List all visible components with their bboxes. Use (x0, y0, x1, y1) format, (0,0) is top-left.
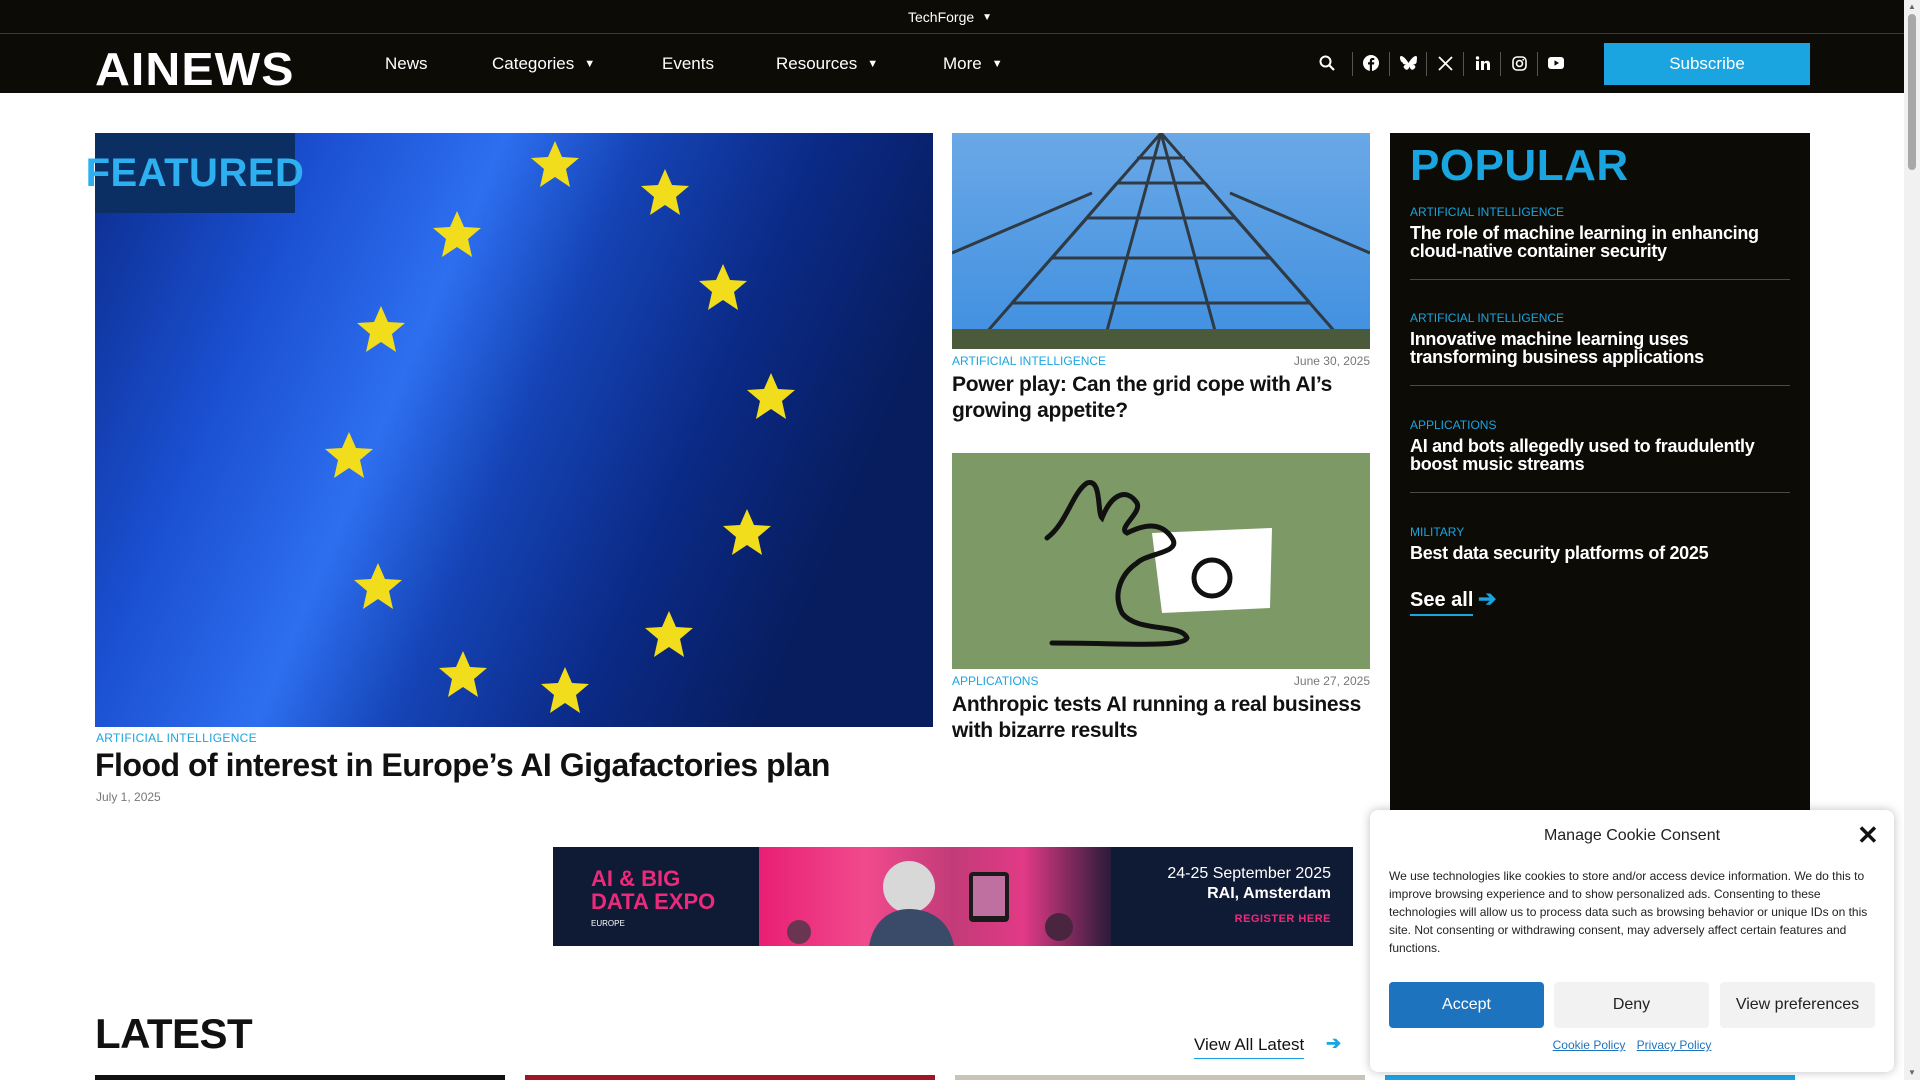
techforge-label: TechForge (908, 9, 975, 25)
page-scrollbar[interactable]: ▲ ▼ (1904, 0, 1920, 1080)
divider (1410, 279, 1790, 280)
popular-title[interactable]: Innovative machine learning uses transfo… (1410, 330, 1790, 366)
event-banner[interactable]: AI & BIG DATA EXPO EUROPE 24-25 Septembe… (553, 847, 1353, 946)
youtube-icon[interactable] (1546, 53, 1566, 73)
nav-item-resources[interactable]: Resources ▼ (776, 54, 878, 74)
card-image-pylon[interactable] (952, 133, 1370, 349)
scrollbar-thumb[interactable] (1908, 14, 1916, 170)
caret-down-icon: ▼ (867, 58, 879, 70)
divider (1537, 52, 1538, 76)
popular-category[interactable]: ARTIFICIAL INTELLIGENCE (1410, 311, 1790, 325)
divider (1463, 52, 1464, 76)
featured-title[interactable]: Flood of interest in Europe’s AI Gigafac… (95, 747, 830, 784)
popular-category[interactable]: APPLICATIONS (1410, 418, 1790, 432)
close-icon[interactable]: ✕ (1857, 822, 1879, 848)
latest-card-image[interactable] (95, 1075, 505, 1080)
card-image-hand[interactable] (952, 453, 1370, 669)
caret-down-icon: ▼ (991, 58, 1003, 70)
latest-heading: LATEST (95, 1010, 253, 1057)
cookie-title: Manage Cookie Consent (1543, 827, 1721, 844)
featured-date: July 1, 2025 (96, 790, 161, 804)
popular-title[interactable]: The role of machine learning in enhancin… (1410, 224, 1790, 260)
bluesky-icon[interactable] (1398, 53, 1418, 73)
card-title[interactable]: Anthropic tests AI running a real busine… (952, 692, 1372, 744)
techforge-menu[interactable]: TechForge ▼ (908, 9, 992, 25)
divider (1352, 52, 1353, 76)
search-icon[interactable] (1317, 53, 1337, 73)
x-icon[interactable] (1435, 53, 1455, 73)
banner-date: 24-25 September 2025 (1167, 865, 1331, 882)
banner-brand-sub: EUROPE (591, 919, 625, 928)
featured-category[interactable]: ARTIFICIAL INTELLIGENCE (96, 731, 257, 745)
view-preferences-button[interactable]: View preferences (1720, 982, 1875, 1028)
banner-venue: RAI, Amsterdam (1207, 885, 1331, 902)
deny-button[interactable]: Deny (1554, 982, 1709, 1028)
caret-down-icon: ▼ (982, 11, 993, 23)
card-title[interactable]: Power play: Can the grid cope with AI’s … (952, 372, 1372, 424)
popular-panel: POPULAR ARTIFICIAL INTELLIGENCE The role… (1390, 133, 1810, 813)
subscribe-button[interactable]: Subscribe (1604, 43, 1810, 85)
accept-button[interactable]: Accept (1389, 982, 1544, 1028)
nav-item-categories[interactable]: Categories ▼ (492, 54, 595, 74)
scroll-up-icon[interactable]: ▲ (1908, 2, 1916, 11)
nav-item-news[interactable]: News (385, 54, 428, 74)
card-category[interactable]: ARTIFICIAL INTELLIGENCE (952, 354, 1106, 368)
main-nav: AINEWS News Categories ▼ Events Resource… (0, 34, 1904, 96)
banner-brand-block: AI & BIG DATA EXPO EUROPE (553, 847, 759, 946)
latest-card-image[interactable] (955, 1075, 1365, 1080)
facebook-icon[interactable] (1361, 53, 1381, 73)
popular-item[interactable]: APPLICATIONS AI and bots allegedly used … (1410, 418, 1790, 473)
arrow-right-icon[interactable]: ➔ (1326, 1033, 1341, 1054)
latest-card-image[interactable] (525, 1075, 935, 1080)
divider (1500, 52, 1501, 76)
nav-item-label: News (385, 54, 428, 73)
divider (1410, 492, 1790, 493)
popular-heading: POPULAR (1410, 141, 1629, 190)
banner-photo (759, 847, 1111, 946)
popular-item[interactable]: ARTIFICIAL INTELLIGENCE Innovative machi… (1410, 311, 1790, 366)
top-bar: TechForge ▼ (0, 0, 1904, 34)
scroll-down-icon[interactable]: ▼ (1908, 1068, 1916, 1077)
popular-title[interactable]: Best data security platforms of 2025 (1410, 544, 1790, 562)
cookie-links: Cookie Policy Privacy Policy (1370, 1038, 1894, 1052)
banner-brand-line: DATA EXPO (591, 889, 716, 914)
caret-down-icon: ▼ (584, 58, 596, 70)
site-logo[interactable]: AINEWS (95, 42, 295, 96)
featured-badge: FEATURED (86, 133, 304, 213)
latest-card-image[interactable] (1385, 1075, 1795, 1080)
view-all-latest-link[interactable]: View All Latest (1194, 1035, 1305, 1059)
see-all-link[interactable]: See all (1410, 589, 1474, 616)
divider (1410, 385, 1790, 386)
banner-brand-line: AI & BIG (591, 866, 681, 891)
cookie-policy-link[interactable]: Cookie Policy (1553, 1038, 1626, 1052)
popular-item[interactable]: MILITARY Best data security platforms of… (1410, 525, 1790, 562)
privacy-policy-link[interactable]: Privacy Policy (1637, 1038, 1712, 1052)
popular-category[interactable]: ARTIFICIAL INTELLIGENCE (1410, 205, 1790, 219)
divider (1389, 52, 1390, 76)
nav-item-label: Resources (776, 54, 858, 73)
nav-item-label: More (943, 54, 982, 73)
card-category[interactable]: APPLICATIONS (952, 674, 1038, 688)
popular-item[interactable]: ARTIFICIAL INTELLIGENCE The role of mach… (1410, 205, 1790, 260)
nav-item-label: Events (662, 54, 714, 73)
nav-item-more[interactable]: More ▼ (943, 54, 1003, 74)
popular-title[interactable]: AI and bots allegedly used to fraudulent… (1410, 437, 1790, 473)
arrow-right-icon[interactable]: ➔ (1478, 586, 1496, 612)
register-link[interactable]: REGISTER HERE (1127, 913, 1331, 925)
cookie-consent-dialog: Manage Cookie Consent ✕ We use technolog… (1370, 810, 1894, 1072)
popular-category[interactable]: MILITARY (1410, 525, 1790, 539)
card-date: June 30, 2025 (1293, 354, 1370, 368)
nav-item-label: Categories (492, 54, 575, 73)
featured-image[interactable] (95, 133, 933, 727)
instagram-icon[interactable] (1509, 53, 1529, 73)
banner-brand: AI & BIG DATA EXPO (591, 867, 715, 913)
nav-item-events[interactable]: Events (662, 54, 714, 74)
divider (1426, 52, 1427, 76)
linkedin-icon[interactable] (1472, 53, 1492, 73)
card-date: June 27, 2025 (1293, 674, 1370, 688)
cookie-text: We use technologies like cookies to stor… (1389, 869, 1868, 955)
